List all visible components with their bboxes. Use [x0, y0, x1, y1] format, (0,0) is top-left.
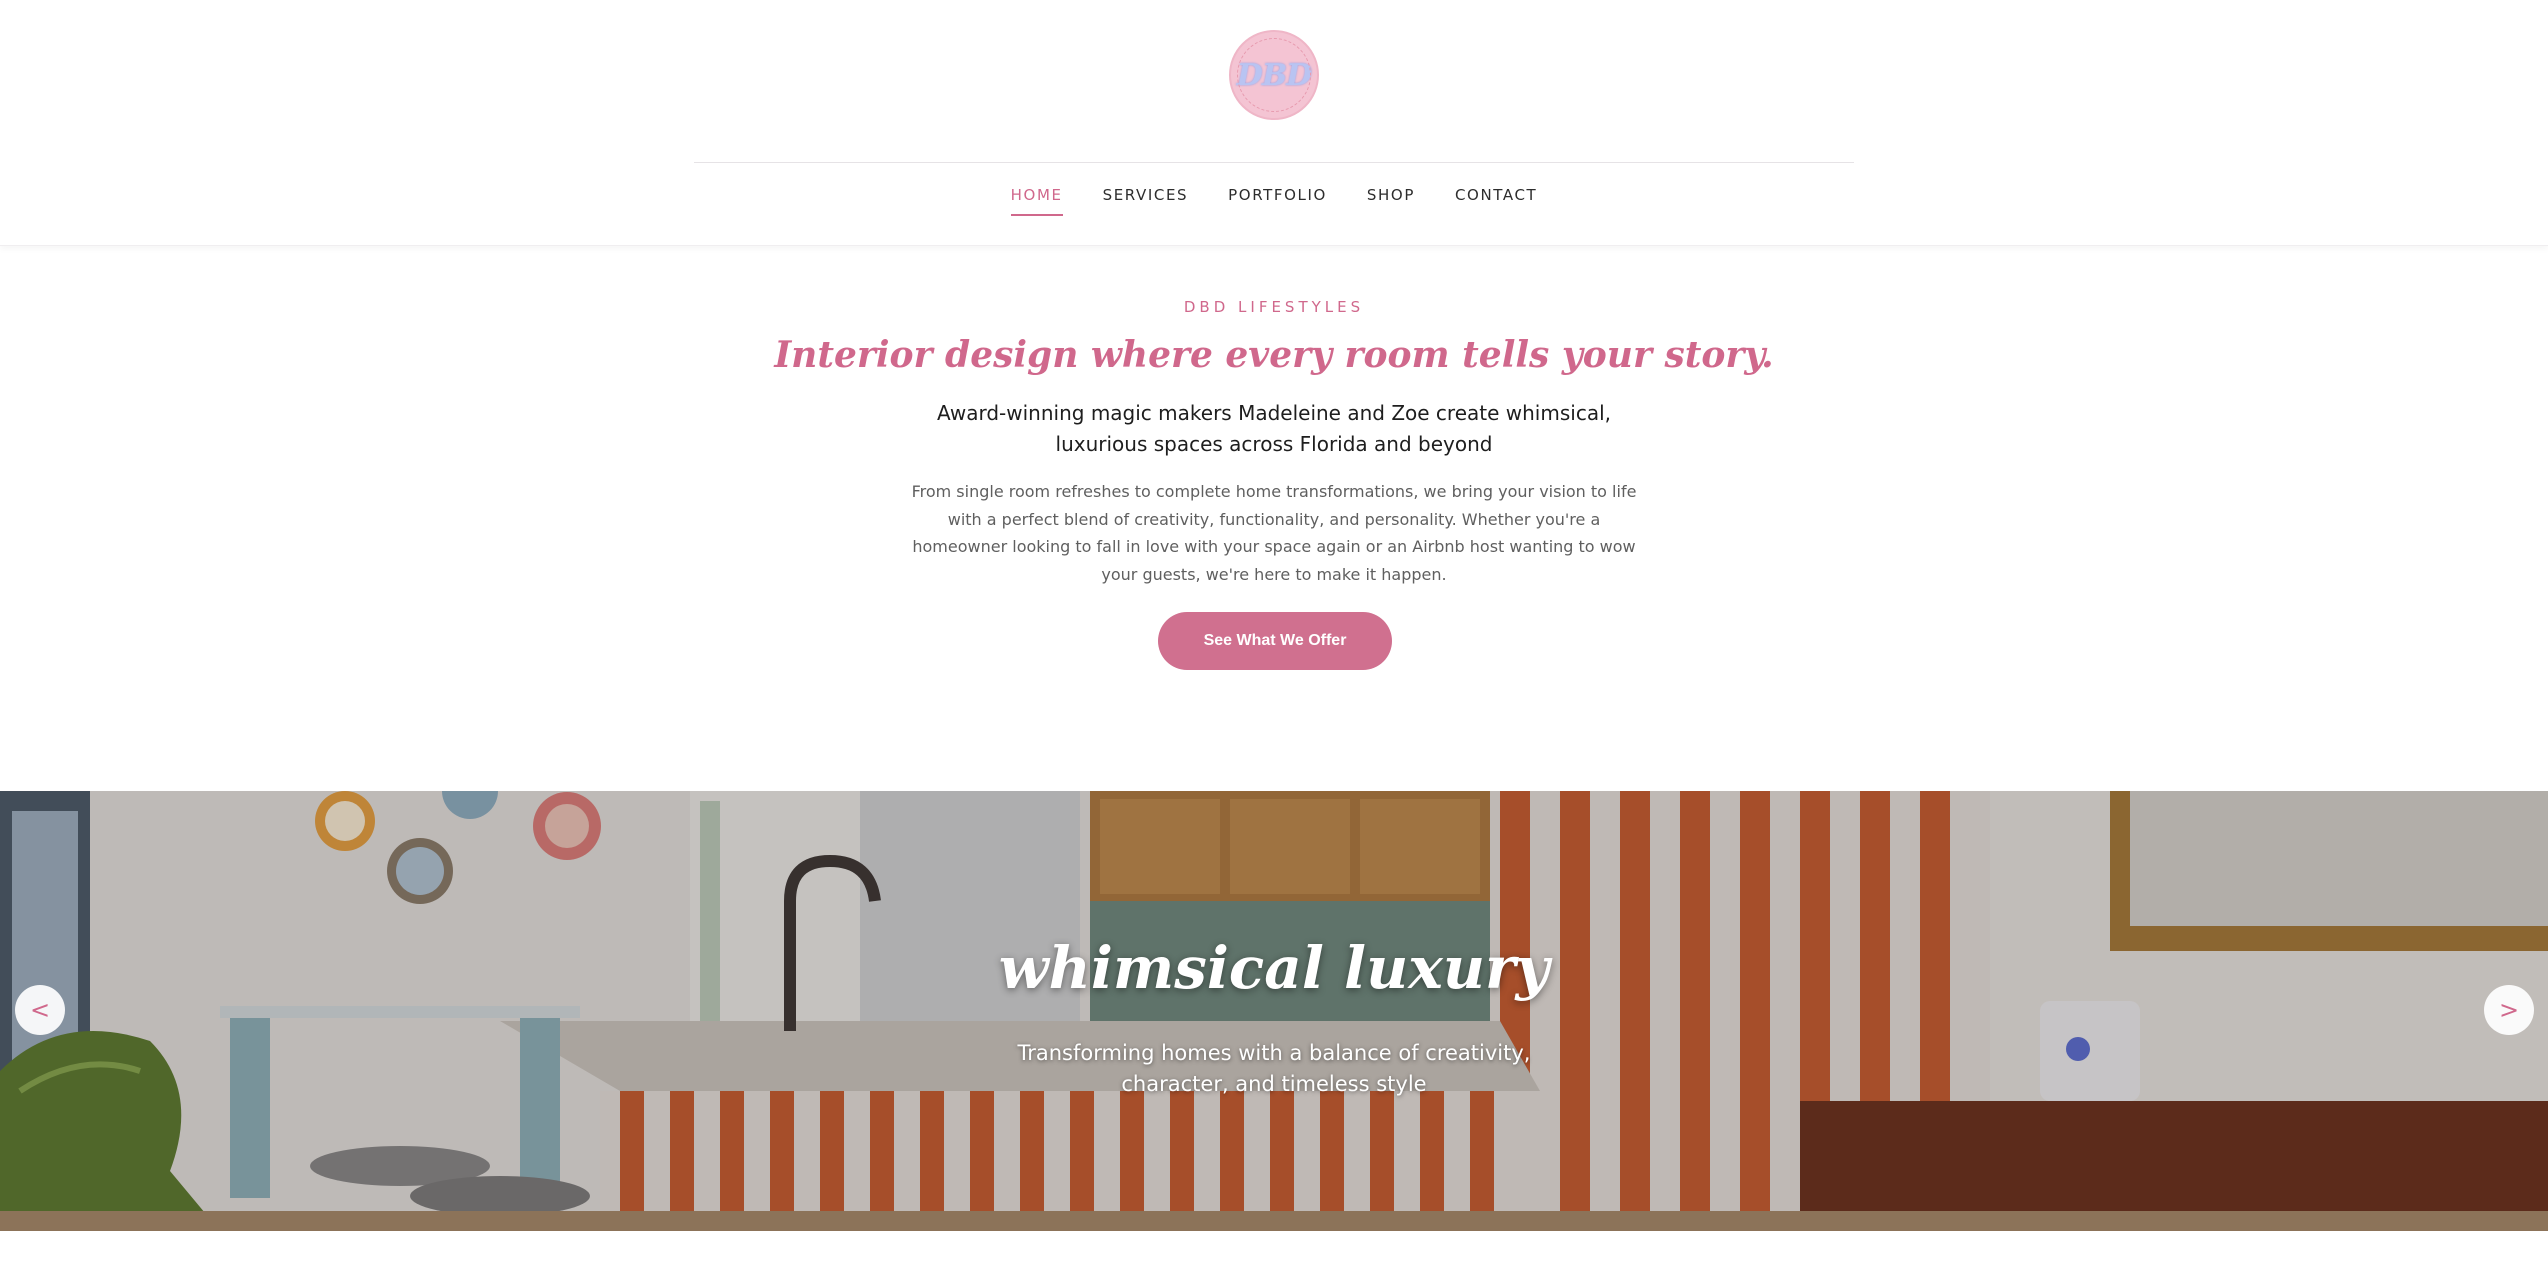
header-divider: [694, 162, 1854, 163]
main-nav: HOME SERVICES PORTFOLIO SHOP CONTACT: [0, 186, 2548, 216]
hero-title: whimsical luxury: [998, 934, 1550, 1002]
intro-subhead: Award-winning magic makers Madeleine and…: [937, 401, 1611, 456]
intro-eyebrow: DBD LIFESTYLES: [1183, 298, 1365, 316]
hero-slider: whimsical luxury Transforming homes with…: [0, 791, 2548, 1231]
intro-body: From single room refreshes to complete h…: [911, 482, 1637, 584]
nav-item-portfolio[interactable]: PORTFOLIO: [1228, 186, 1327, 216]
intro-section: DBD LIFESTYLES Interior design where eve…: [0, 246, 2548, 791]
nav-item-services[interactable]: SERVICES: [1103, 186, 1189, 216]
chevron-right-icon: >: [2498, 996, 2520, 1024]
see-what-we-offer-button[interactable]: See What We Offer: [1158, 612, 1392, 670]
chevron-left-icon: <: [29, 996, 51, 1024]
brand-logo[interactable]: DBD: [1229, 30, 1319, 120]
hero-overlay: [0, 791, 2548, 1231]
hero-subtitle: Transforming homes with a balance of cre…: [1017, 1041, 1531, 1096]
nav-item-home[interactable]: HOME: [1010, 186, 1063, 216]
slider-next-button[interactable]: >: [2484, 985, 2534, 1035]
nav-item-shop[interactable]: SHOP: [1367, 186, 1415, 216]
intro-headline: Interior design where every room tells y…: [774, 334, 1774, 376]
nav-item-contact[interactable]: CONTACT: [1455, 186, 1537, 216]
logo-ring: [1237, 38, 1311, 112]
site-header: DBD HOME SERVICES PORTFOLIO SHOP CONTACT: [0, 0, 2548, 246]
slider-prev-button[interactable]: <: [15, 985, 65, 1035]
